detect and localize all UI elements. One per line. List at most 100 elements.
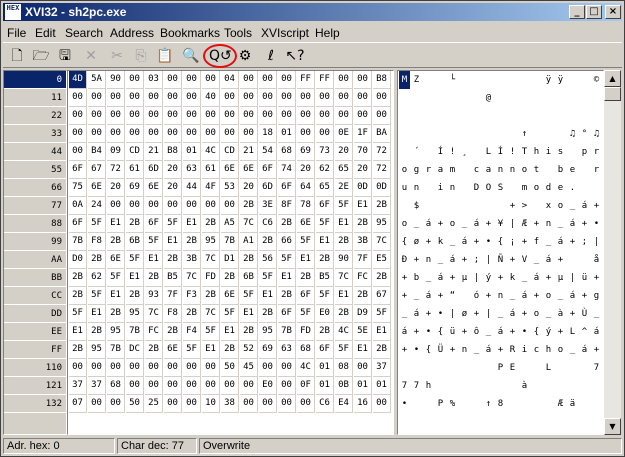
- hex-byte[interactable]: 20: [164, 179, 182, 197]
- hex-byte[interactable]: 00: [354, 359, 372, 377]
- text-char[interactable]: |: [591, 233, 602, 251]
- text-char[interactable]: [411, 395, 422, 413]
- text-char[interactable]: [411, 107, 422, 125]
- save-disk-icon[interactable]: 🖫: [55, 46, 75, 66]
- text-char[interactable]: D: [471, 179, 482, 197]
- find-magnifier-icon[interactable]: 🔍: [181, 46, 201, 66]
- hex-byte[interactable]: 40: [202, 89, 220, 107]
- text-char[interactable]: [555, 125, 566, 143]
- hex-byte[interactable]: 3E: [259, 197, 277, 215]
- text-char[interactable]: [567, 251, 578, 269]
- text-char[interactable]: +: [435, 287, 446, 305]
- hex-byte[interactable]: 2B: [107, 305, 125, 323]
- hex-byte[interactable]: 2B: [221, 269, 239, 287]
- text-char[interactable]: [471, 377, 482, 395]
- text-char[interactable]: [555, 359, 566, 377]
- hex-byte[interactable]: DC: [126, 341, 144, 359]
- hex-byte[interactable]: 00: [183, 125, 201, 143]
- hex-byte[interactable]: FD: [202, 269, 220, 287]
- text-char[interactable]: [459, 71, 470, 89]
- hex-byte[interactable]: 68: [297, 341, 315, 359]
- text-char[interactable]: Z: [411, 71, 422, 89]
- hex-byte[interactable]: B8: [164, 143, 182, 161]
- hex-byte[interactable]: 21: [240, 143, 258, 161]
- hex-byte[interactable]: 00: [373, 89, 391, 107]
- hex-byte[interactable]: 25: [145, 395, 163, 413]
- hex-byte[interactable]: 2B: [126, 287, 144, 305]
- text-char[interactable]: [459, 89, 470, 107]
- hex-byte[interactable]: 6E: [88, 179, 106, 197]
- hex-byte[interactable]: 03: [145, 71, 163, 89]
- hex-byte[interactable]: 7C: [202, 251, 220, 269]
- text-char[interactable]: à: [519, 377, 530, 395]
- text-char[interactable]: [507, 179, 518, 197]
- text-char[interactable]: |: [483, 251, 494, 269]
- text-char[interactable]: m: [519, 179, 530, 197]
- hex-byte[interactable]: 5F: [335, 341, 353, 359]
- hex-byte[interactable]: E1: [126, 269, 144, 287]
- text-char[interactable]: á: [579, 197, 590, 215]
- hex-byte[interactable]: 00: [107, 125, 125, 143]
- hex-byte[interactable]: 00: [145, 89, 163, 107]
- text-char[interactable]: _: [447, 233, 458, 251]
- hex-byte[interactable]: F4: [183, 323, 201, 341]
- text-char[interactable]: á: [447, 251, 458, 269]
- hex-byte[interactable]: 00: [145, 125, 163, 143]
- hex-byte[interactable]: 6E: [164, 341, 182, 359]
- text-char[interactable]: |: [471, 269, 482, 287]
- hex-byte[interactable]: E1: [259, 287, 277, 305]
- hex-byte[interactable]: 64: [297, 179, 315, 197]
- hex-byte[interactable]: 62: [88, 269, 106, 287]
- text-char[interactable]: [483, 359, 494, 377]
- text-char[interactable]: ♫: [567, 125, 578, 143]
- minimize-button[interactable]: _: [569, 5, 585, 19]
- hex-byte[interactable]: 7C: [183, 269, 201, 287]
- hex-byte[interactable]: 93: [145, 287, 163, 305]
- text-char[interactable]: +: [435, 215, 446, 233]
- hex-byte[interactable]: 20: [335, 143, 353, 161]
- hex-byte[interactable]: 8F: [278, 197, 296, 215]
- hex-byte[interactable]: 20: [164, 161, 182, 179]
- hex-byte[interactable]: 00: [259, 71, 277, 89]
- hex-byte[interactable]: 7C: [373, 233, 391, 251]
- hex-byte[interactable]: 4C: [202, 143, 220, 161]
- text-char[interactable]: [519, 359, 530, 377]
- text-char[interactable]: P: [435, 395, 446, 413]
- hex-byte[interactable]: 6F: [316, 197, 334, 215]
- text-char[interactable]: +: [447, 269, 458, 287]
- hex-byte[interactable]: 00: [202, 197, 220, 215]
- hex-byte[interactable]: 5F: [202, 323, 220, 341]
- hex-byte[interactable]: 5F: [88, 287, 106, 305]
- text-char[interactable]: ¥: [495, 215, 506, 233]
- hex-byte[interactable]: 95: [88, 341, 106, 359]
- hex-byte[interactable]: 6E: [107, 251, 125, 269]
- hex-byte[interactable]: 2B: [278, 287, 296, 305]
- title-bar[interactable]: HEX XVI32 - sh2pc.exe _ □ ×: [3, 3, 622, 21]
- text-char[interactable]: r: [591, 143, 602, 161]
- text-char[interactable]: +: [399, 341, 410, 359]
- text-char[interactable]: Æ: [519, 215, 530, 233]
- hex-byte[interactable]: E1: [240, 305, 258, 323]
- hex-byte[interactable]: 00: [164, 71, 182, 89]
- text-char[interactable]: +: [471, 233, 482, 251]
- hex-byte[interactable]: E1: [107, 287, 125, 305]
- text-char[interactable]: [579, 359, 590, 377]
- hex-byte[interactable]: 53: [221, 179, 239, 197]
- text-char[interactable]: +: [567, 233, 578, 251]
- hex-byte[interactable]: 6F: [145, 215, 163, 233]
- hex-byte[interactable]: 2B: [183, 305, 201, 323]
- hex-byte[interactable]: 54: [259, 143, 277, 161]
- hex-byte[interactable]: E1: [297, 251, 315, 269]
- hex-byte[interactable]: 50: [126, 395, 144, 413]
- text-char[interactable]: ô: [471, 323, 482, 341]
- hex-byte[interactable]: 00: [240, 107, 258, 125]
- hex-byte[interactable]: 5F: [164, 215, 182, 233]
- text-char[interactable]: [519, 107, 530, 125]
- hex-byte[interactable]: 74: [278, 161, 296, 179]
- text-char[interactable]: +: [507, 323, 518, 341]
- text-char[interactable]: +: [591, 341, 602, 359]
- text-char[interactable]: {: [423, 341, 434, 359]
- text-char[interactable]: c: [531, 341, 542, 359]
- hex-byte[interactable]: 6F: [278, 305, 296, 323]
- text-char[interactable]: [459, 107, 470, 125]
